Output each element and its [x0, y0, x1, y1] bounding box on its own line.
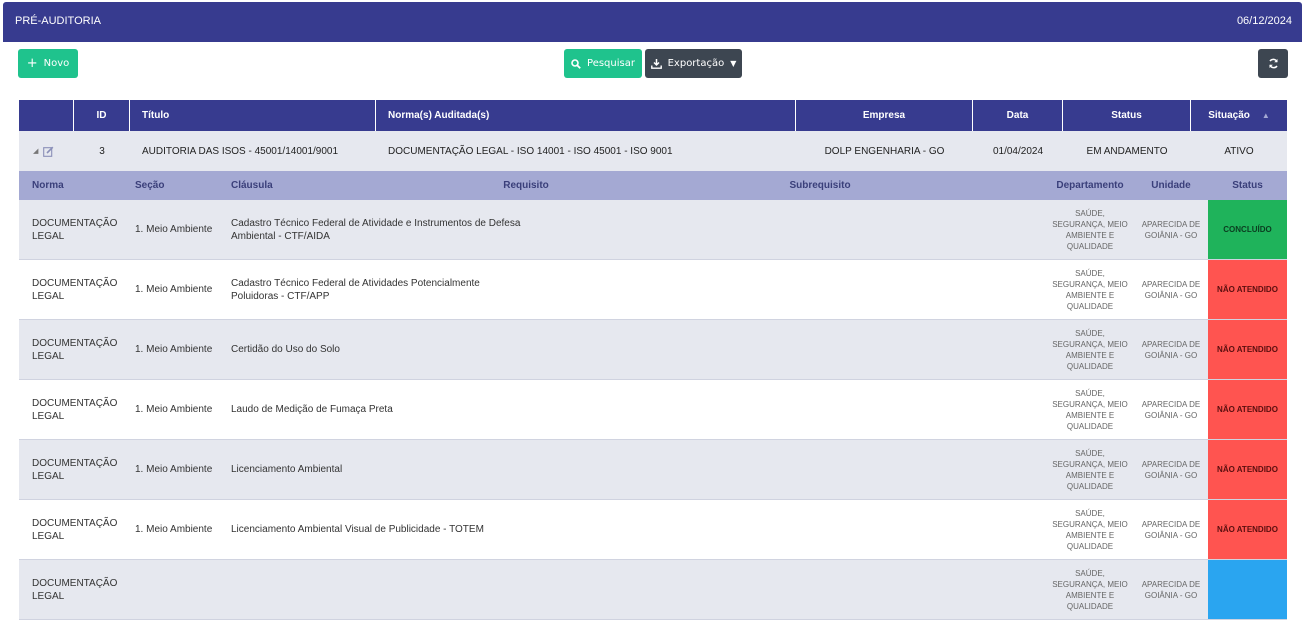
row-status: NÃO ATENDIDO: [1208, 260, 1287, 319]
row-clausula: Laudo de Medição de Fumaça Preta: [231, 404, 393, 415]
row-clausula: Licenciamento Ambiental Visual de Public…: [231, 524, 484, 535]
row-clausula: Cadastro Técnico Federal de Atividade e …: [231, 217, 521, 242]
row-secao: 1. Meio Ambiente: [135, 524, 213, 535]
row-status: NÃO ATENDIDO: [1208, 440, 1287, 499]
row-departamento: SAÚDE, SEGURANÇA, MEIO AMBIENTE E QUALID…: [1052, 448, 1128, 491]
row-status: NÃO ATENDIDO: [1208, 500, 1287, 559]
audit-situation: ATIVO: [1224, 145, 1254, 157]
refresh-button[interactable]: [1258, 49, 1288, 78]
row-norma: DOCUMENTAÇÃO LEGAL: [32, 457, 118, 482]
row-departamento: SAÚDE, SEGURANÇA, MEIO AMBIENTE E QUALID…: [1052, 568, 1128, 611]
row-status: NÃO ATENDIDO: [1208, 320, 1287, 379]
chevron-down-icon: ▼: [730, 59, 737, 68]
detail-row[interactable]: DOCUMENTAÇÃO LEGAL 1. Meio Ambiente Laudo …: [19, 380, 1287, 440]
column-header-id[interactable]: ID: [74, 100, 130, 131]
row-departamento: SAÚDE, SEGURANÇA, MEIO AMBIENTE E QUALID…: [1052, 208, 1128, 251]
audit-grid: ID Título Norma(s) Auditada(s) Empresa D…: [19, 100, 1287, 620]
detail-row[interactable]: DOCUMENTAÇÃO LEGAL 1. Meio Ambiente Cadast…: [19, 200, 1287, 260]
detail-header-status[interactable]: Status: [1208, 171, 1287, 200]
row-secao: 1. Meio Ambiente: [135, 344, 213, 355]
detail-header: Norma Seção Cláusula Requisito Subrequis…: [19, 171, 1287, 200]
detail-row[interactable]: DOCUMENTAÇÃO LEGAL 1. Meio Ambiente Cadast…: [19, 260, 1287, 320]
audit-company: DOLP ENGENHARIA - GO: [824, 145, 945, 157]
expand-column-header: [19, 100, 74, 131]
plus-icon: +: [26, 55, 38, 71]
row-departamento: SAÚDE, SEGURANÇA, MEIO AMBIENTE E QUALID…: [1052, 508, 1128, 551]
search-button-label: Pesquisar: [587, 58, 635, 69]
row-status: NÃO ATENDIDO: [1208, 380, 1287, 439]
row-departamento: SAÚDE, SEGURANÇA, MEIO AMBIENTE E QUALID…: [1052, 268, 1128, 311]
row-secao: 1. Meio Ambiente: [135, 464, 213, 475]
export-button-label: Exportação: [667, 58, 725, 69]
row-unidade: APARECIDA DE GOIÂNIA - GO: [1141, 339, 1201, 360]
download-icon: [650, 58, 662, 69]
detail-row[interactable]: DOCUMENTAÇÃO LEGAL 1. Meio Ambiente Certid…: [19, 320, 1287, 380]
row-unidade: APARECIDA DE GOIÂNIA - GO: [1141, 579, 1201, 600]
detail-header-requisito[interactable]: Requisito: [411, 171, 641, 200]
row-norma: DOCUMENTAÇÃO LEGAL: [32, 517, 118, 542]
row-secao: 1. Meio Ambiente: [135, 404, 213, 415]
detail-row[interactable]: DOCUMENTAÇÃO LEGAL 1. Meio Ambiente Licenc…: [19, 440, 1287, 500]
row-actions: ◢: [33, 131, 73, 171]
audit-id: 3: [99, 145, 105, 157]
detail-header-secao[interactable]: Seção: [135, 171, 225, 200]
detail-header-departamento[interactable]: Departamento: [1049, 171, 1131, 200]
refresh-icon: [1268, 58, 1278, 69]
row-clausula: Certidão do Uso do Solo: [231, 344, 340, 355]
search-button[interactable]: Pesquisar: [564, 49, 642, 78]
column-header-company[interactable]: Empresa: [796, 100, 973, 131]
export-button[interactable]: Exportação ▼: [645, 49, 742, 78]
detail-row[interactable]: DOCUMENTAÇÃO LEGAL SAÚDE, SEGURANÇA, MEIO…: [19, 560, 1287, 620]
detail-header-unidade[interactable]: Unidade: [1139, 171, 1203, 200]
column-header-status[interactable]: Status: [1063, 100, 1191, 131]
audit-norms: DOCUMENTAÇÃO LEGAL - ISO 14001 - ISO 450…: [388, 145, 673, 157]
column-header-date[interactable]: Data: [973, 100, 1063, 131]
detail-header-norma[interactable]: Norma: [32, 171, 132, 200]
row-clausula: [231, 560, 521, 619]
page-header: PRÉ-AUDITORIA 06/12/2024: [3, 2, 1302, 42]
detail-header-clausula[interactable]: Cláusula: [231, 171, 411, 200]
row-secao: [135, 560, 225, 619]
row-unidade: APARECIDA DE GOIÂNIA - GO: [1141, 519, 1201, 540]
edit-icon[interactable]: [43, 146, 54, 157]
row-secao: 1. Meio Ambiente: [135, 284, 213, 295]
row-departamento: SAÚDE, SEGURANÇA, MEIO AMBIENTE E QUALID…: [1052, 328, 1128, 371]
audit-row[interactable]: ◢ 3 AUDITORIA DAS ISOS - 45001/14001/900…: [19, 131, 1287, 171]
row-norma: DOCUMENTAÇÃO LEGAL: [32, 397, 118, 422]
audit-status: EM ANDAMENTO: [1086, 145, 1168, 157]
new-button[interactable]: + Novo: [18, 49, 78, 78]
detail-row[interactable]: DOCUMENTAÇÃO LEGAL 1. Meio Ambiente Licenc…: [19, 500, 1287, 560]
header-date: 06/12/2024: [1236, 15, 1292, 27]
row-unidade: APARECIDA DE GOIÂNIA - GO: [1141, 399, 1201, 420]
audit-date: 01/04/2024: [992, 145, 1044, 157]
row-unidade: APARECIDA DE GOIÂNIA - GO: [1141, 279, 1201, 300]
column-header-situation-label: Situação: [1208, 110, 1250, 121]
column-header-norms[interactable]: Norma(s) Auditada(s): [376, 100, 796, 131]
row-norma: DOCUMENTAÇÃO LEGAL: [32, 337, 118, 362]
row-unidade: APARECIDA DE GOIÂNIA - GO: [1141, 459, 1201, 480]
grid-header: ID Título Norma(s) Auditada(s) Empresa D…: [19, 100, 1287, 131]
row-secao: 1. Meio Ambiente: [135, 224, 213, 235]
caret-icon[interactable]: ◢: [33, 147, 38, 155]
row-norma: DOCUMENTAÇÃO LEGAL: [32, 217, 118, 242]
search-icon: [571, 58, 581, 69]
audit-title: AUDITORIA DAS ISOS - 45001/14001/9001: [142, 145, 339, 157]
row-status: [1208, 560, 1287, 619]
column-header-title[interactable]: Título: [130, 100, 376, 131]
row-departamento: SAÚDE, SEGURANÇA, MEIO AMBIENTE E QUALID…: [1052, 388, 1128, 431]
row-clausula: Cadastro Técnico Federal de Atividades P…: [231, 277, 480, 302]
row-norma: DOCUMENTAÇÃO LEGAL: [32, 277, 118, 302]
row-norma: DOCUMENTAÇÃO LEGAL: [32, 577, 118, 602]
detail-header-subrequisito[interactable]: Subrequisito: [641, 171, 999, 200]
detail-rows: DOCUMENTAÇÃO LEGAL 1. Meio Ambiente Cadast…: [19, 200, 1287, 620]
row-clausula: Licenciamento Ambiental: [231, 464, 343, 475]
row-status: CONCLUÍDO: [1208, 200, 1287, 259]
row-unidade: APARECIDA DE GOIÂNIA - GO: [1141, 219, 1201, 240]
new-button-label: Novo: [43, 58, 70, 69]
page-title: PRÉ-AUDITORIA: [15, 15, 101, 27]
column-header-situation[interactable]: Situação ▲: [1191, 100, 1287, 131]
sort-up-icon[interactable]: ▲: [1262, 111, 1270, 120]
